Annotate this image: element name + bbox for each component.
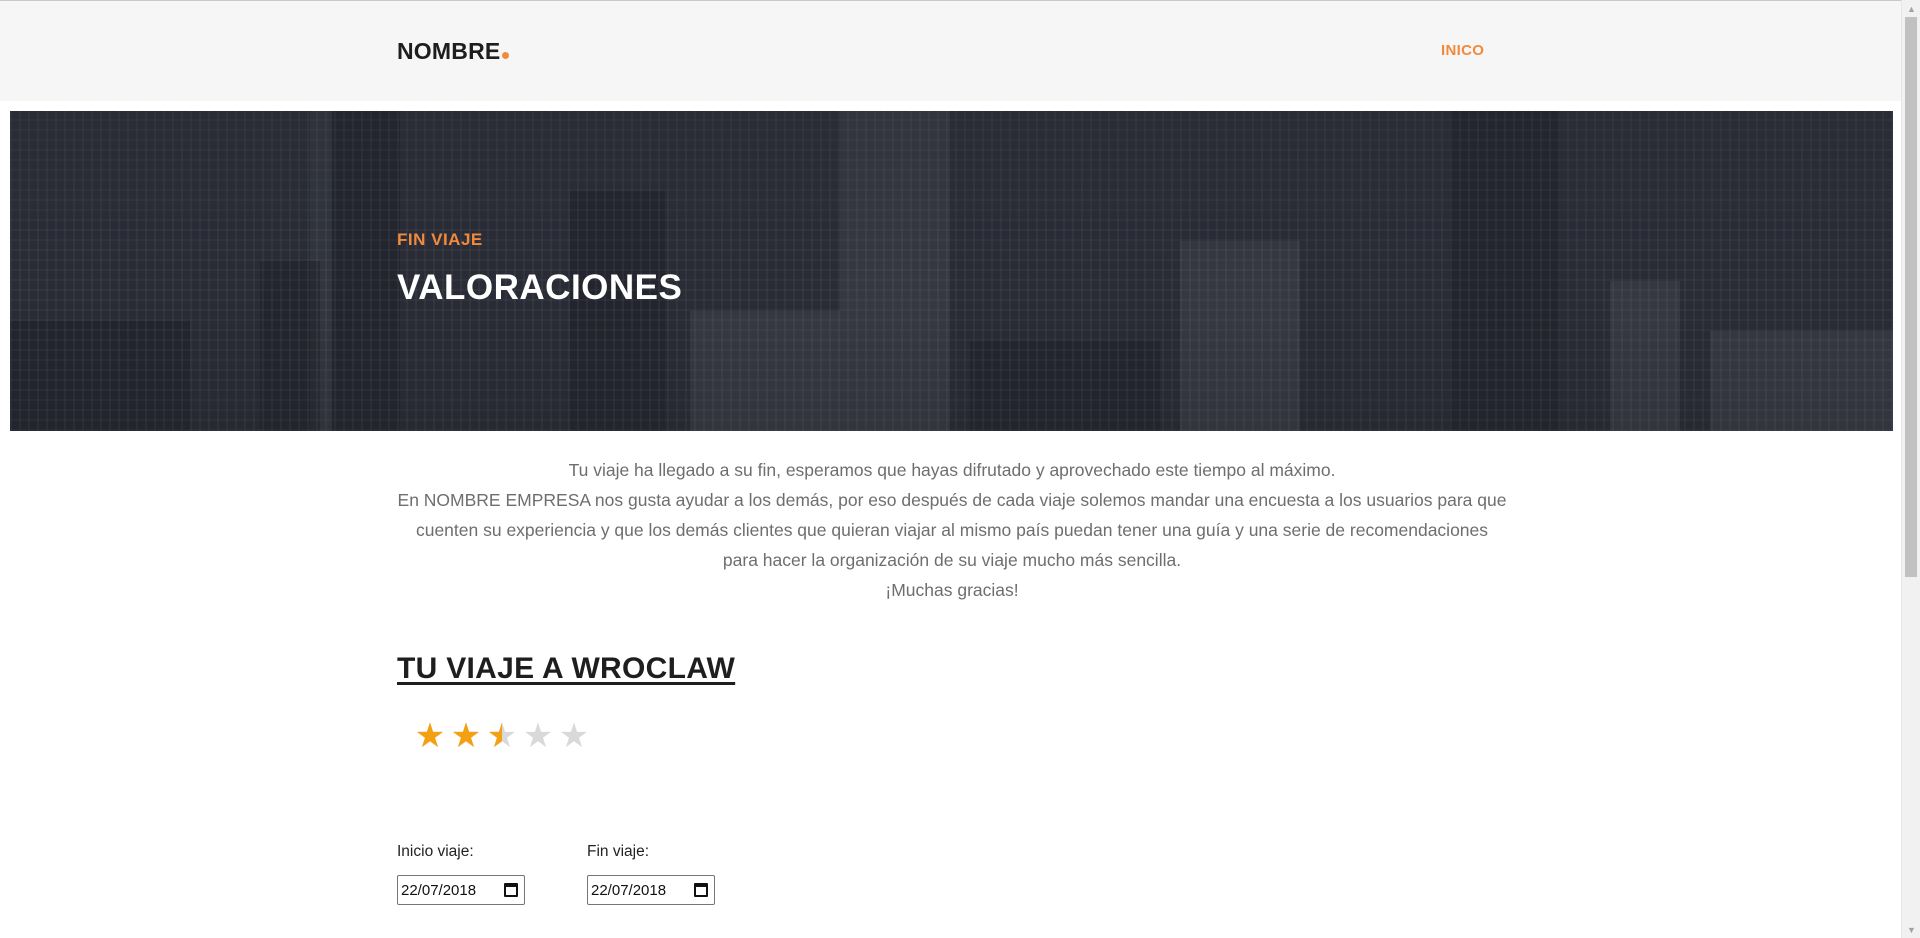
brand-logo[interactable]: NOMBRE: [397, 38, 510, 65]
star-icon[interactable]: ★ ★: [448, 718, 484, 754]
start-date-input[interactable]: 22/07/2018: [397, 875, 525, 905]
star-icon[interactable]: ★: [520, 718, 556, 754]
intro-thanks: ¡Muchas gracias!: [885, 580, 1019, 600]
star-icon[interactable]: ★ ★: [412, 718, 448, 754]
start-date-value: 22/07/2018: [401, 881, 477, 899]
start-date-label: Inicio viaje:: [397, 843, 474, 860]
star-icon[interactable]: ★ ★: [484, 718, 520, 754]
hero-kicker: FIN VIAJE: [397, 230, 483, 249]
calendar-icon[interactable]: [504, 883, 518, 897]
star-fill: ★: [450, 718, 482, 754]
brand-dot-icon: [502, 52, 510, 59]
page: NOMBRE INICO FIN VIAJE VALORACIONES Tu v…: [0, 0, 1901, 938]
star-icon[interactable]: ★: [556, 718, 592, 754]
end-date-input[interactable]: 22/07/2018: [587, 875, 715, 905]
intro-line: Tu viaje ha llegado a su fin, esperamos …: [568, 460, 1336, 480]
calendar-icon[interactable]: [694, 883, 708, 897]
star-fill: ★: [486, 718, 502, 754]
brand-name[interactable]: NOMBRE: [397, 38, 500, 64]
arrow-up-icon[interactable]: ▲: [1902, 0, 1920, 17]
arrow-down-icon[interactable]: ▼: [1902, 921, 1920, 938]
nav-link-inicio[interactable]: INICO: [1441, 42, 1484, 59]
trip-title: TU VIAJE A WROCLAW: [397, 652, 736, 685]
end-date-value: 22/07/2018: [591, 881, 667, 899]
hero-banner: FIN VIAJE VALORACIONES: [10, 111, 1893, 431]
scrollbar-thumb[interactable]: [1905, 17, 1917, 577]
vertical-scrollbar[interactable]: ▲ ▼: [1901, 0, 1920, 938]
hero-title: VALORACIONES: [397, 268, 683, 307]
star-rating[interactable]: ★ ★ ★ ★ ★ ★ ★ ★: [412, 718, 592, 758]
star-fill: ★: [414, 718, 446, 754]
top-navbar: NOMBRE INICO: [0, 0, 1901, 101]
intro-paragraph: En NOMBRE EMPRESA nos gusta ayudar a los…: [397, 490, 1507, 570]
hero-overlay: [10, 111, 1893, 431]
intro-text: Tu viaje ha llegado a su fin, esperamos …: [397, 455, 1507, 605]
end-date-label: Fin viaje:: [587, 843, 650, 860]
